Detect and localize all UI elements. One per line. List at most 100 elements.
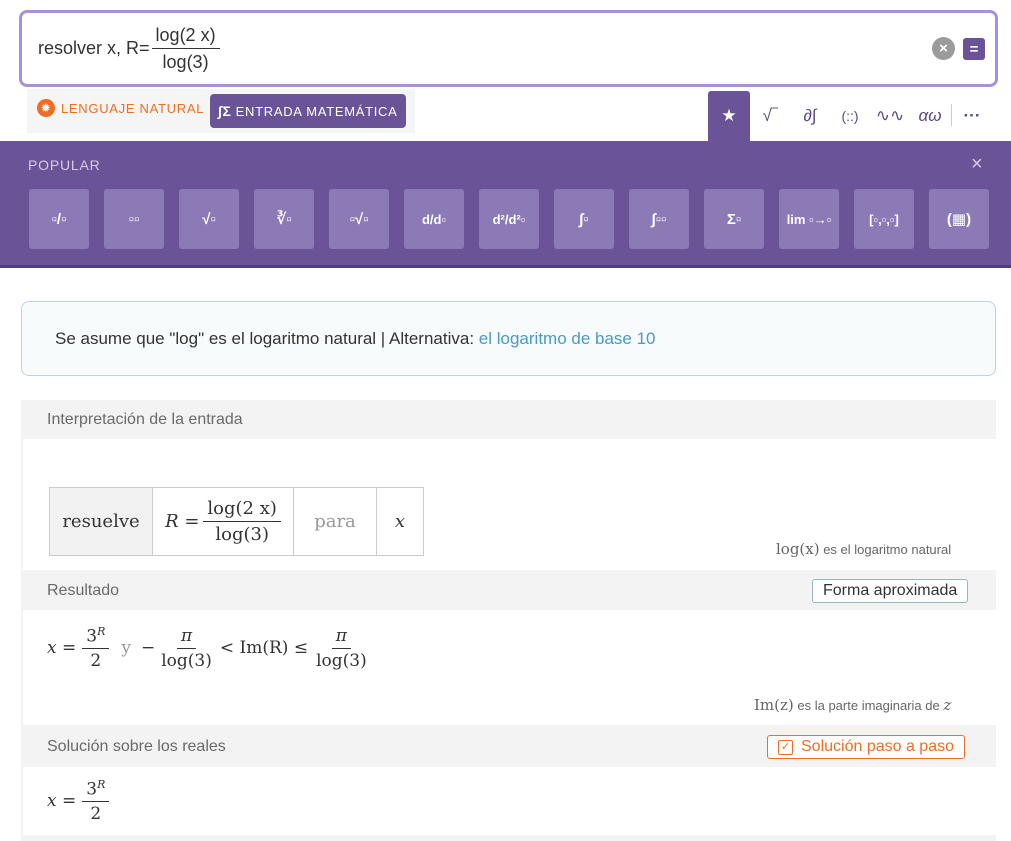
definite-integral-button[interactable]: ∫▫▫ [629,189,689,249]
fraction-icon: ▫/▫ [51,210,67,228]
result-and: y [121,638,131,658]
input-mode-bar: ✹ LENGUAJE NATURAL ∫Σ ENTRADA MATEMÁTICA [27,89,415,133]
real-solution-pod: x = 3R 2 [23,767,996,835]
real-base: 3 [86,779,98,800]
imaginary-note-math: Im(z) [754,696,794,714]
sun-icon: ✹ [37,99,55,117]
derivative-button[interactable]: d/d▫ [404,189,464,249]
log-note-math: log(x) [776,540,820,558]
power-button[interactable]: ▫▫ [104,189,164,249]
query-input-box[interactable]: resolver x, R= log(2 x) log(3) × = [19,10,998,87]
alternative-base10-link[interactable]: el logaritmo de base 10 [479,329,656,348]
real-solution-formula: x = 3R 2 [47,773,110,829]
sqrt-icon: √▫ [202,210,216,228]
waveform-tab[interactable]: ∿∿ [872,93,908,139]
input-interpretation-pod: resuelve R = log(2 x) log(3) para x log(… [23,439,996,570]
cube-root-button[interactable]: ∛▫ [254,189,314,249]
approximate-form-button[interactable]: Forma aproximada [812,579,969,603]
math-palette: POPULAR × ▫/▫ ▫▫ √▫ ∛▫ ▫√▫ d/d▫ d²/d²▫ ∫… [0,141,1011,268]
sqrt-icon: √‾ [762,106,778,125]
result-pod: x = 3R 2 y − π log(3) < Im(R) ≤ π log(3)… [23,610,996,725]
result-lower-bound: π log(3) [157,626,216,671]
list-button[interactable]: [▫,▫,▫] [854,189,914,249]
second-derivative-button[interactable]: d²/d²▫ [479,189,539,249]
calculus-tab[interactable]: ∂∫ [792,93,828,139]
result-lower-pi: π [176,626,197,649]
query-denominator: log(3) [162,51,209,72]
cube-root-icon: ∛▫ [276,211,292,228]
math-input-mode-button[interactable]: ∫Σ ENTRADA MATEMÁTICA [210,94,406,128]
real-x-equals: x = [47,791,77,811]
result-minus: − [140,638,156,658]
real-exponent: R [97,777,106,791]
query-prefix: resolver x, R= [38,38,150,58]
fraction-button[interactable]: ▫/▫ [29,189,89,249]
result-upper-log3: log(3) [316,650,367,671]
equation-fraction: log(2 x) log(3) [203,498,281,545]
query-numerator: log(2 x) [151,25,220,49]
checkbox-icon: ✓ [778,739,793,755]
query-fraction: log(2 x) log(3) [151,25,220,73]
result-lower-log3: log(3) [161,650,212,671]
math-input-label: ENTRADA MATEMÁTICA [235,103,398,119]
sum-button[interactable]: Σ▫ [704,189,764,249]
definite-integral-icon: ∫▫▫ [651,210,667,228]
real-denominator: 2 [90,804,102,825]
matrix-button[interactable]: (▦) [929,189,989,249]
derivative-icon: d/d▫ [421,211,447,227]
assumption-message: Se asume que "log" es el logaritmo natur… [55,329,479,348]
star-icon: ★ [721,106,737,125]
input-interpretation-table: resuelve R = log(2 x) log(3) para x [49,487,424,556]
input-interpretation-title: Interpretación de la entrada [47,411,243,428]
greek-letters-icon: αω [918,106,942,125]
variable-cell: x [394,511,406,532]
matrix-icon: (::) [841,108,859,124]
tab-divider [951,104,952,126]
equation-denominator: log(3) [215,524,269,545]
power-icon: ▫▫ [128,210,140,228]
partial-integral-icon: ∂∫ [803,106,817,125]
result-formula: x = 3R 2 y − π log(3) < Im(R) ≤ π log(3) [47,620,371,676]
natural-language-mode-button[interactable]: ✹ LENGUAJE NATURAL [37,99,204,117]
limit-button[interactable]: lim ▫→▫ [779,189,839,249]
greek-tab[interactable]: αω [912,93,948,139]
second-derivative-icon: d²/d²▫ [492,211,526,227]
result-inequality: < Im(R) ≤ [219,638,309,658]
submit-equals-button[interactable]: = [963,38,985,60]
result-upper-pi: π [331,626,351,649]
integral-button[interactable]: ∫▫ [554,189,614,249]
equation-cell: R = log(2 x) log(3) [153,488,294,555]
close-icon[interactable]: × [971,153,983,176]
nth-root-button[interactable]: ▫√▫ [329,189,389,249]
assumption-text: Se asume que "log" es el logaritmo natur… [55,329,656,349]
waveform-icon: ∿∿ [875,106,905,125]
sqrt-button[interactable]: √▫ [179,189,239,249]
matrix-tab[interactable]: (::) [832,93,868,139]
result-denominator: 2 [90,651,102,672]
integral-icon: ∫▫ [579,210,589,228]
integral-sum-icon: ∫Σ [218,103,232,119]
assumption-notice: Se asume que "log" es el logaritmo natur… [21,301,996,376]
log-note-text: es el logaritmo natural [819,542,952,557]
more-tab[interactable]: ··· [954,93,990,139]
log-note: log(x) es el logaritmo natural [776,540,951,558]
sum-icon: Σ▫ [726,210,742,228]
step-by-step-button[interactable]: ✓ Solución paso a paso [767,735,965,759]
result-title: Resultado [47,582,120,599]
real-fraction: 3R 2 [82,777,110,825]
result-exponent: R [97,624,106,638]
clear-icon[interactable]: × [932,37,955,60]
query-text[interactable]: resolver x, R= log(2 x) log(3) [38,13,220,84]
favorites-tab[interactable]: ★ [708,91,750,141]
imaginary-note: Im(z) es la parte imaginaria de z [754,696,951,714]
for-cell: para [294,488,377,555]
equation-lhs: R = [165,511,200,532]
solve-cell: resuelve [50,488,153,555]
real-solution-title: Solución sobre los reales [47,738,226,755]
sqrt-tab[interactable]: √‾ [752,93,788,139]
limit-icon: lim ▫→▫ [786,211,832,227]
more-icon: ··· [963,106,981,125]
result-pods: Interpretación de la entrada resuelve R … [21,400,996,841]
natural-language-label: LENGUAJE NATURAL [61,100,205,116]
step-by-step-label: Solución paso a paso [801,738,954,755]
